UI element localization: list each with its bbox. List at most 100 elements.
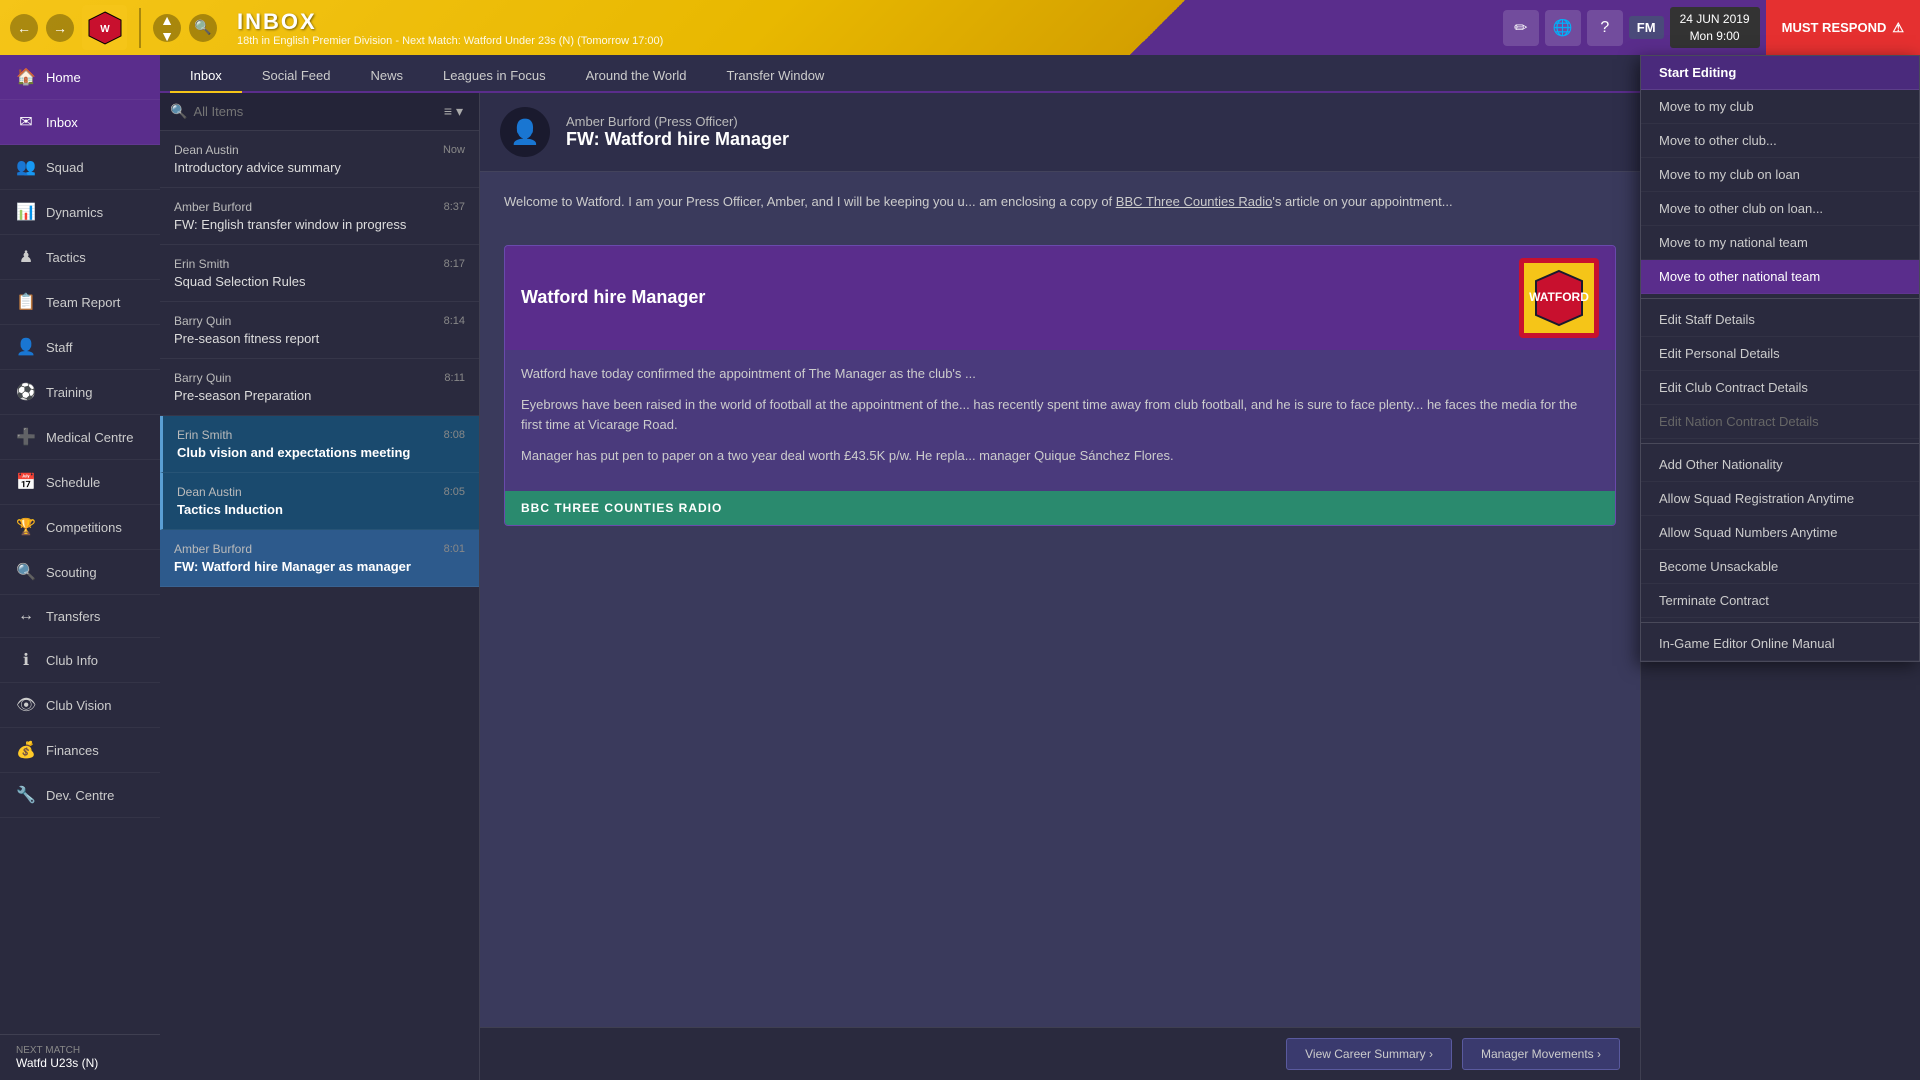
top-bar-right: ✏ 🌐 ? FM 24 JUN 2019 Mon 9:00 MUST RESPO… [1503, 0, 1920, 55]
filter-button[interactable]: ≡ ▾ [438, 101, 469, 122]
ctx-in-game-editor-manual[interactable]: In-Game Editor Online Manual [1641, 627, 1919, 661]
sidebar-item-schedule[interactable]: 📅 Schedule [0, 460, 160, 505]
ctx-allow-squad-registration[interactable]: Allow Squad Registration Anytime [1641, 482, 1919, 516]
globe-icon-btn[interactable]: 🌐 [1545, 10, 1581, 46]
dev-centre-icon: 🔧 [16, 785, 36, 805]
list-item[interactable]: Amber Burford 8:37 FW: English transfer … [160, 188, 479, 245]
msg-subject: Introductory advice summary [174, 160, 465, 175]
list-item[interactable]: Erin Smith 8:17 Squad Selection Rules [160, 245, 479, 302]
sidebar-item-squad[interactable]: 👥 Squad [0, 145, 160, 190]
sidebar-item-label: Training [46, 385, 92, 400]
msg-header: Dean Austin Now [174, 143, 465, 157]
tab-news[interactable]: News [350, 60, 423, 93]
tab-inbox[interactable]: Inbox [170, 60, 242, 93]
forward-button[interactable]: → [46, 14, 74, 42]
schedule-icon: 📅 [16, 472, 36, 492]
msg-time: 8:11 [444, 372, 465, 384]
sidebar-item-tactics[interactable]: ♟ Tactics [0, 235, 160, 280]
ctx-move-to-other-club[interactable]: Move to other club... [1641, 124, 1919, 158]
sidebar-item-label: Medical Centre [46, 430, 133, 445]
sidebar: 🏠 Home ✉ Inbox 👥 Squad 📊 Dynamics ♟ Tact… [0, 55, 160, 1080]
sidebar-item-club-vision[interactable]: 👁 Club Vision [0, 683, 160, 728]
sidebar-item-label: Inbox [46, 115, 78, 130]
ctx-move-to-other-club-on-loan[interactable]: Move to other club on loan... [1641, 192, 1919, 226]
must-respond-button[interactable]: MUST RESPOND ⚠ [1766, 0, 1920, 55]
search-input[interactable] [193, 104, 431, 119]
sidebar-item-label: Team Report [46, 295, 120, 310]
message-content-panel: 👤 Amber Burford (Press Officer) FW: Watf… [480, 93, 1640, 1080]
ctx-start-editing[interactable]: Start Editing [1641, 56, 1919, 90]
msg-subject: Tactics Induction [177, 502, 465, 517]
msg-header: Dean Austin 8:05 [177, 485, 465, 499]
manager-movements-label: Manager Movements › [1481, 1047, 1601, 1061]
sidebar-item-staff[interactable]: 👤 Staff [0, 325, 160, 370]
back-button[interactable]: ← [10, 14, 38, 42]
ctx-allow-squad-numbers[interactable]: Allow Squad Numbers Anytime [1641, 516, 1919, 550]
search-btn[interactable]: 🔍 [189, 14, 217, 42]
msg-sender: Erin Smith [174, 257, 229, 271]
list-item[interactable]: Barry Quin 8:11 Pre-season Preparation [160, 359, 479, 416]
sidebar-item-transfers[interactable]: ↔ Transfers [0, 595, 160, 638]
tab-social-feed[interactable]: Social Feed [242, 60, 351, 93]
next-match-label: NEXT MATCH [16, 1045, 144, 1056]
sidebar-item-label: Schedule [46, 475, 100, 490]
manager-movements-button[interactable]: Manager Movements › [1462, 1038, 1620, 1070]
dropdown-btn[interactable]: ▲▼ [153, 14, 181, 42]
article-body: Watford have today confirmed the appoint… [505, 350, 1615, 491]
msg-sender: Amber Burford [174, 200, 252, 214]
bbc-banner: BBC THREE COUNTIES RADIO [505, 491, 1615, 525]
article-para-2: Eyebrows have been raised in the world o… [521, 395, 1599, 437]
sidebar-item-club-info[interactable]: ℹ Club Info [0, 638, 160, 683]
tab-transfer-window[interactable]: Transfer Window [707, 60, 845, 93]
inbox-title-area: INBOX 18th in English Premier Division -… [227, 9, 663, 47]
svg-text:WATFORD: WATFORD [1529, 290, 1589, 304]
ctx-move-to-my-national-team[interactable]: Move to my national team [1641, 226, 1919, 260]
sidebar-item-label: Finances [46, 743, 99, 758]
sidebar-item-finances[interactable]: 💰 Finances [0, 728, 160, 773]
ctx-move-to-other-national-team[interactable]: Move to other national team [1641, 260, 1919, 294]
ctx-terminate-contract[interactable]: Terminate Contract [1641, 584, 1919, 618]
article-title-area: Watford hire Manager [521, 287, 705, 308]
msg-sender: Dean Austin [174, 143, 239, 157]
tab-leagues-in-focus[interactable]: Leagues in Focus [423, 60, 566, 93]
sidebar-item-inbox[interactable]: ✉ Inbox [0, 100, 160, 145]
competitions-icon: 🏆 [16, 517, 36, 537]
edit-icon-btn[interactable]: ✏ [1503, 10, 1539, 46]
article-header: Watford hire Manager WATFORD [505, 246, 1615, 350]
message-list-panel: 🔍 ≡ ▾ Dean Austin Now Introductory advic… [160, 93, 480, 1080]
msg-sender: Barry Quin [174, 314, 231, 328]
sidebar-item-dynamics[interactable]: 📊 Dynamics [0, 190, 160, 235]
ctx-move-to-my-club-on-loan[interactable]: Move to my club on loan [1641, 158, 1919, 192]
staff-icon: 👤 [16, 337, 36, 357]
msg-time: 8:08 [444, 429, 465, 441]
sidebar-item-scouting[interactable]: 🔍 Scouting [0, 550, 160, 595]
sidebar-item-training[interactable]: ⚽ Training [0, 370, 160, 415]
sidebar-item-dev-centre[interactable]: 🔧 Dev. Centre [0, 773, 160, 818]
list-item[interactable]: Barry Quin 8:14 Pre-season fitness repor… [160, 302, 479, 359]
sidebar-item-competitions[interactable]: 🏆 Competitions [0, 505, 160, 550]
list-item[interactable]: Erin Smith 8:08 Club vision and expectat… [160, 416, 479, 473]
list-item[interactable]: Dean Austin 8:05 Tactics Induction [160, 473, 479, 530]
help-icon-btn[interactable]: ? [1587, 10, 1623, 46]
tab-around-the-world[interactable]: Around the World [566, 60, 707, 93]
sidebar-item-home[interactable]: 🏠 Home [0, 55, 160, 100]
sidebar-item-label: Squad [46, 160, 84, 175]
sidebar-item-label: Scouting [46, 565, 97, 580]
ctx-move-to-my-club[interactable]: Move to my club [1641, 90, 1919, 124]
next-match-val: Watfd U23s (N) [16, 1056, 144, 1070]
list-item[interactable]: Dean Austin Now Introductory advice summ… [160, 131, 479, 188]
ctx-become-unsackable[interactable]: Become Unsackable [1641, 550, 1919, 584]
avatar: 👤 [500, 107, 550, 157]
sender-name: Amber Burford (Press Officer) [566, 114, 789, 129]
ctx-edit-club-contract-details[interactable]: Edit Club Contract Details [1641, 371, 1919, 405]
list-item[interactable]: Amber Burford 8:01 FW: Watford hire Mana… [160, 530, 479, 587]
ctx-edit-personal-details[interactable]: Edit Personal Details [1641, 337, 1919, 371]
page-title: INBOX [237, 9, 663, 35]
sidebar-item-team-report[interactable]: 📋 Team Report [0, 280, 160, 325]
msg-subject: FW: English transfer window in progress [174, 217, 465, 232]
ctx-edit-staff-details[interactable]: Edit Staff Details [1641, 303, 1919, 337]
view-career-summary-button[interactable]: View Career Summary › [1286, 1038, 1452, 1070]
ctx-divider-2 [1641, 443, 1919, 444]
sidebar-item-medical[interactable]: ➕ Medical Centre [0, 415, 160, 460]
ctx-add-other-nationality[interactable]: Add Other Nationality [1641, 448, 1919, 482]
